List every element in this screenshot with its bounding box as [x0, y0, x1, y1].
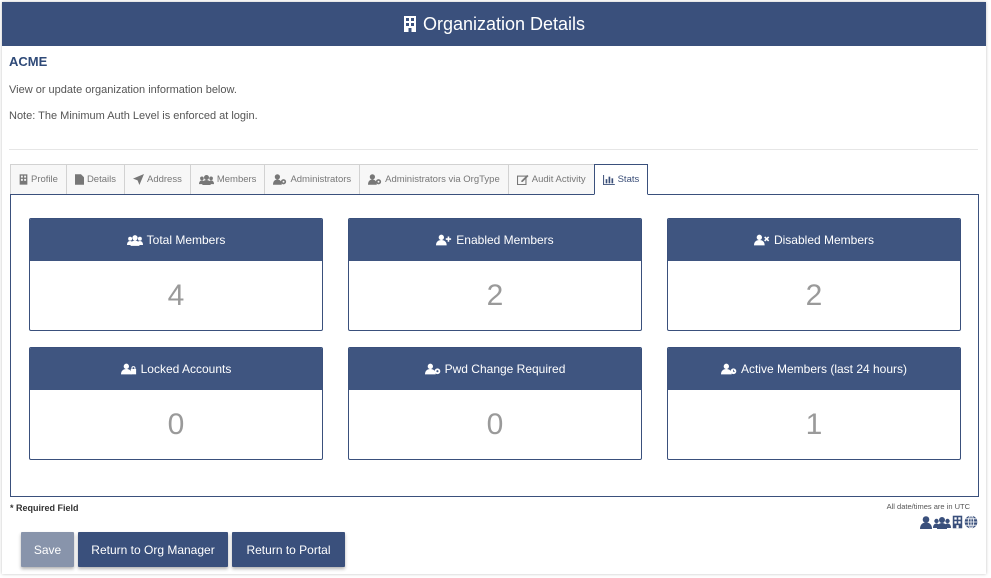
stat-label: Enabled Members — [456, 233, 554, 247]
tab-details[interactable]: Details — [65, 164, 124, 194]
return-to-portal-button[interactable]: Return to Portal — [232, 532, 345, 567]
stat-label: Locked Accounts — [140, 362, 232, 376]
tab-administrators[interactable]: Administrators — [264, 164, 360, 194]
user-lock-icon — [120, 363, 137, 375]
stat-card-pwd-change-required: Pwd Change Required 0 — [348, 347, 642, 460]
tab-stats[interactable]: Stats — [593, 164, 649, 195]
tab-bar: Profile Details Address Members Administ… — [10, 164, 649, 195]
stat-card-disabled-members: Disabled Members 2 — [667, 218, 961, 331]
bar-chart-icon — [602, 174, 615, 185]
tab-label: Audit Activity — [531, 174, 586, 185]
tab-label: Address — [146, 174, 182, 185]
stat-value: 2 — [486, 279, 504, 312]
tab-members[interactable]: Members — [189, 164, 265, 194]
location-arrow-icon — [132, 174, 144, 185]
stat-value: 0 — [486, 408, 504, 441]
user-gear-icon — [424, 363, 441, 375]
stats-panel: Total Members 4 Enabled Members 2 Disabl… — [10, 194, 979, 497]
globe-icon — [964, 515, 978, 534]
stat-card-header: Locked Accounts — [30, 348, 322, 390]
stat-card-active-members: Active Members (last 24 hours) 1 — [667, 347, 961, 460]
page-frame: Organization Details ACME View or update… — [2, 2, 986, 574]
auth-note: Note: The Minimum Auth Level is enforced… — [9, 110, 258, 122]
users-icon — [933, 516, 951, 534]
page-header: Organization Details — [2, 2, 986, 46]
stat-card-enabled-members: Enabled Members 2 — [348, 218, 642, 331]
save-button[interactable]: Save — [21, 532, 74, 567]
tab-address[interactable]: Address — [123, 164, 190, 194]
stat-value: 2 — [805, 279, 823, 312]
user-clock-icon — [720, 363, 737, 375]
divider — [9, 149, 978, 150]
stat-card-locked-accounts: Locked Accounts 0 — [29, 347, 323, 460]
page-title: Organization Details — [422, 13, 586, 34]
tab-label: Administrators — [290, 174, 352, 185]
users-icon — [198, 174, 214, 185]
edit-icon — [516, 174, 529, 185]
utc-note: All date/times are in UTC — [886, 502, 970, 511]
user-gear-icon — [273, 174, 287, 185]
required-field-note: * Required Field — [10, 503, 79, 513]
legend-icons — [920, 515, 978, 534]
stat-card-header: Pwd Change Required — [349, 348, 641, 390]
building-icon — [403, 16, 417, 32]
tab-audit-activity[interactable]: Audit Activity — [507, 164, 594, 194]
user-gear-icon — [368, 174, 382, 185]
stat-value: 1 — [805, 408, 823, 441]
tab-label: Administrators via OrgType — [385, 174, 500, 185]
stat-card-header: Total Members — [30, 219, 322, 261]
stat-value: 4 — [167, 279, 185, 312]
users-icon — [126, 234, 143, 246]
stat-label: Disabled Members — [773, 233, 875, 247]
tab-label: Stats — [617, 174, 640, 185]
stat-card-total-members: Total Members 4 — [29, 218, 323, 331]
tab-administrators-via-orgtype[interactable]: Administrators via OrgType — [359, 164, 508, 194]
building-icon — [19, 174, 28, 185]
user-plus-icon — [436, 234, 452, 246]
tab-profile[interactable]: Profile — [10, 164, 66, 194]
building-icon — [952, 515, 963, 534]
user-times-icon — [753, 234, 770, 246]
stat-value: 0 — [167, 408, 185, 441]
stat-label: Pwd Change Required — [444, 362, 566, 376]
user-icon — [920, 515, 932, 534]
org-name: ACME — [9, 54, 48, 69]
stat-card-header: Enabled Members — [349, 219, 641, 261]
stat-label: Total Members — [146, 233, 226, 247]
tab-label: Profile — [31, 174, 58, 185]
stat-card-header: Disabled Members — [668, 219, 960, 261]
document-icon — [74, 174, 84, 185]
intro-text: View or update organization information … — [9, 84, 237, 96]
stat-card-header: Active Members (last 24 hours) — [668, 348, 960, 390]
tab-label: Members — [216, 174, 257, 185]
return-to-org-manager-button[interactable]: Return to Org Manager — [78, 532, 228, 567]
stat-label: Active Members (last 24 hours) — [740, 362, 908, 376]
tab-label: Details — [86, 174, 116, 185]
